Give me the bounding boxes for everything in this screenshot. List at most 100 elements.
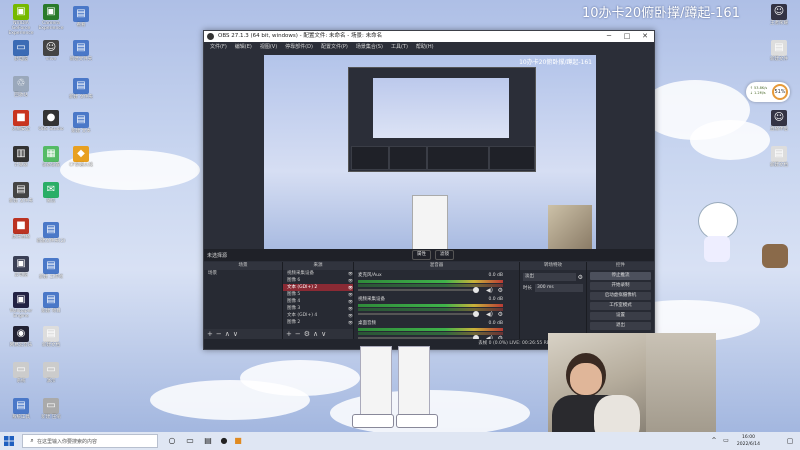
- control-button[interactable]: 停止推流: [590, 272, 651, 280]
- obs-titlebar[interactable]: OBS 27.1.3 (64 bit, windows) - 配置文件: 未命名…: [204, 31, 654, 42]
- gear-icon[interactable]: ⚙: [498, 287, 503, 294]
- desktop-icon[interactable]: ▤ 看看: [64, 6, 98, 28]
- task-view-icon[interactable]: ▭: [184, 435, 196, 447]
- eye-icon[interactable]: 👁: [348, 312, 353, 319]
- desktop-icon[interactable]: ▤ 新建文档: [34, 326, 68, 348]
- desktop-icon[interactable]: ▣ Wallpaper Engine: [4, 292, 38, 319]
- desktop-app-icon: ▣: [13, 4, 29, 20]
- source-item[interactable]: 图像 5 👁: [283, 291, 353, 298]
- duration-input[interactable]: 300 ms: [535, 284, 583, 292]
- eye-icon[interactable]: 👁: [348, 277, 353, 284]
- filters-button[interactable]: 滤镜: [435, 250, 454, 260]
- transition-settings-icon[interactable]: ⚙: [578, 274, 583, 281]
- desktop-icon[interactable]: ▤ 新建文档: [762, 146, 796, 168]
- eye-icon[interactable]: 👁: [348, 319, 353, 326]
- clock-time: 16:00: [741, 435, 755, 440]
- taskbar-search-box[interactable]: 在这里输入你要搜索的内容: [22, 434, 158, 448]
- windows-start-icon[interactable]: [4, 436, 14, 446]
- eye-icon[interactable]: 👁: [348, 298, 353, 305]
- source-item[interactable]: 文本 (GDI+) 4 👁: [283, 312, 353, 319]
- volume-slider-knob[interactable]: [473, 311, 479, 317]
- source-item[interactable]: 文本 (GDI+) 2 👁: [283, 284, 353, 291]
- tray-chevron-icon[interactable]: ^: [708, 435, 720, 447]
- desktop-icon[interactable]: ▣ 云电脑: [4, 256, 38, 278]
- source-name: 视频采集设备: [287, 271, 314, 276]
- obs-preview-canvas[interactable]: 10办卡20俯卧撑/蹲起-161: [264, 55, 596, 249]
- scenes-dock-toolbar[interactable]: +−∧∨: [204, 329, 282, 339]
- menu-item[interactable]: 工具(T): [387, 42, 412, 52]
- eye-icon[interactable]: 👁: [348, 284, 353, 291]
- desktop-icon[interactable]: ◉ 网易云音乐: [4, 326, 38, 348]
- desktop-icon-label: 新建文件夹: [69, 57, 93, 62]
- transition-type-select[interactable]: 淡出: [523, 273, 576, 281]
- explorer-icon[interactable]: ▤: [202, 435, 214, 447]
- desktop-icon[interactable]: ▤ 新建 工作项: [34, 258, 68, 280]
- speaker-icon[interactable]: ◀): [486, 311, 493, 318]
- control-button[interactable]: 设置: [590, 312, 651, 320]
- desktop-icon[interactable]: ☺ vlive: [34, 40, 68, 62]
- desktop-icon[interactable]: ▦ 设备设置: [34, 146, 68, 168]
- source-item[interactable]: 图像 6 👁: [283, 277, 353, 284]
- desktop-icon[interactable]: ☺ 直播伴侣: [762, 110, 796, 132]
- gear-icon[interactable]: ⚙: [498, 311, 503, 318]
- cortana-icon[interactable]: ○: [166, 435, 178, 447]
- obs-taskbar-icon[interactable]: ●: [218, 435, 230, 447]
- taskbar-clock[interactable]: 16:00 2022/6/14: [737, 434, 760, 448]
- control-button[interactable]: 工作室模式: [590, 302, 651, 310]
- eye-icon[interactable]: 👁: [348, 270, 353, 277]
- source-item[interactable]: 图像 3 👁: [283, 305, 353, 312]
- menu-item[interactable]: 视图(V): [256, 42, 281, 52]
- desktop-icon[interactable]: ▤ 新建文件夹: [64, 40, 98, 62]
- properties-button[interactable]: 属性: [412, 250, 431, 260]
- desktop-icon[interactable]: ▤ 新建文件夹(2): [34, 222, 68, 244]
- desktop-icon[interactable]: ▤ 系统工具: [4, 398, 38, 420]
- desktop-icon[interactable]: ▭ 系统: [4, 362, 38, 384]
- desktop-icon[interactable]: ◆ CF穿越火线: [64, 146, 98, 168]
- source-item[interactable]: 图像 2 👁: [283, 319, 353, 326]
- menu-item[interactable]: 帮助(H): [412, 42, 438, 52]
- network-tray-icon[interactable]: ▭: [720, 435, 732, 447]
- close-icon[interactable]: ✕: [636, 31, 654, 42]
- desktop-icon[interactable]: ▥ 计算器: [4, 146, 38, 168]
- menu-item[interactable]: 编辑(E): [231, 42, 256, 52]
- eye-icon[interactable]: 👁: [348, 305, 353, 312]
- sources-dock-toolbar[interactable]: +−⚙∧∨: [283, 329, 353, 339]
- eye-icon[interactable]: 👁: [348, 291, 353, 298]
- maximize-icon[interactable]: □: [618, 31, 636, 42]
- desktop-icon-label: 演示: [46, 379, 56, 384]
- menu-item[interactable]: 场景集合(S): [352, 42, 387, 52]
- notification-icon[interactable]: ▢: [784, 435, 796, 447]
- desktop-icon[interactable]: ✉ 微信: [34, 182, 68, 204]
- source-item[interactable]: 图像 4 👁: [283, 298, 353, 305]
- control-button[interactable]: 开始录制: [590, 282, 651, 290]
- desktop-icon[interactable]: ● OBS Studio: [34, 110, 68, 132]
- desktop-icon[interactable]: ■ 火绒安全: [4, 110, 38, 132]
- desktop-icon[interactable]: ▤ 新建 文本: [64, 112, 98, 134]
- control-button[interactable]: 退出: [590, 322, 651, 330]
- desktop-icon[interactable]: ▭ 演示: [34, 362, 68, 384]
- desktop-icon[interactable]: ▭ 新建 压缩: [34, 398, 68, 420]
- menu-item[interactable]: 配置文件(P): [317, 42, 352, 52]
- volume-slider-knob[interactable]: [473, 287, 479, 293]
- desktop-icon[interactable]: ☺ 王者荣耀: [762, 4, 796, 26]
- desktop-icon[interactable]: ▤ 新建 文件夹: [64, 78, 98, 100]
- speaker-icon[interactable]: ◀): [486, 287, 493, 294]
- desktop-icon[interactable]: ▣ NVIDIA GeForce Experience: [4, 4, 38, 36]
- obs-window[interactable]: OBS 27.1.3 (64 bit, windows) - 配置文件: 未命名…: [203, 30, 655, 350]
- menu-item[interactable]: 停靠部件(D): [281, 42, 317, 52]
- minimize-icon[interactable]: ─: [600, 31, 618, 42]
- desktop-icon[interactable]: ▣ Camera Experience: [34, 4, 68, 31]
- desktop-icon[interactable]: ▤ 新建 文件夹: [4, 182, 38, 204]
- volume-slider[interactable]: [358, 311, 479, 317]
- source-item[interactable]: 视频采集设备 👁: [283, 270, 353, 277]
- desktop-icon[interactable]: ♲ 回收站: [4, 76, 38, 98]
- menu-item[interactable]: 文件(F): [206, 42, 231, 52]
- desktop-icon[interactable]: ▤ 新建 项目: [34, 292, 68, 314]
- desktop-icon[interactable]: ■ 虎牙直播: [4, 218, 38, 240]
- desktop-icon[interactable]: ▤ 新建文件: [762, 40, 796, 62]
- desktop-icon[interactable]: ▭ 此电脑: [4, 40, 38, 62]
- volume-slider[interactable]: [358, 287, 479, 293]
- app-taskbar-icon[interactable]: ■: [232, 435, 244, 447]
- scene-item[interactable]: 场景: [204, 270, 282, 277]
- control-button[interactable]: 启动虚拟摄像机: [590, 292, 651, 300]
